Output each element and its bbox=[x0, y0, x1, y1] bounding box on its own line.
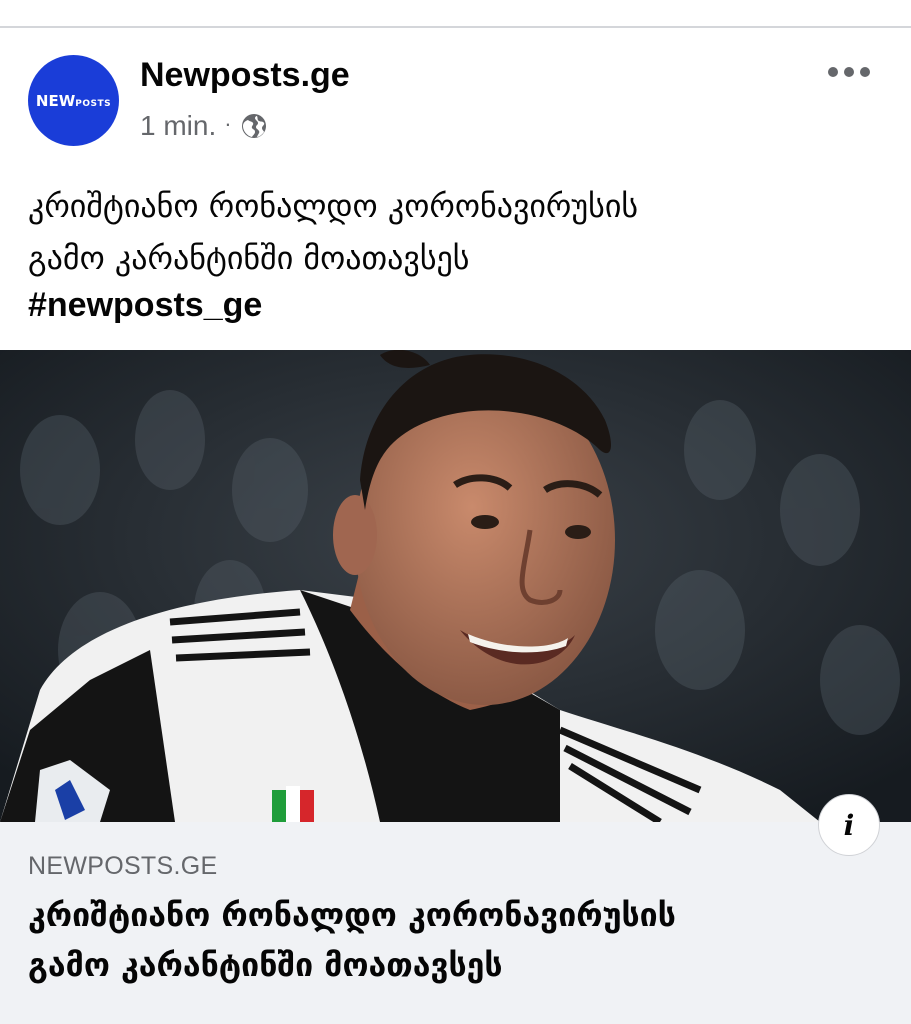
post-text-line: გამო კარანტინში მოათავსეს bbox=[28, 239, 470, 277]
post-image[interactable] bbox=[0, 350, 911, 822]
page-name-link[interactable]: Newposts.ge bbox=[140, 56, 350, 95]
newposts-logo: NEWPOSTS bbox=[35, 91, 112, 110]
globe-icon[interactable] bbox=[240, 112, 268, 140]
post-timestamp[interactable]: 1 min. bbox=[140, 110, 216, 142]
post-text-line: კრიშტიანო რონალდო კორონავირუსის bbox=[28, 187, 639, 225]
more-dot bbox=[860, 67, 870, 77]
more-options-icon[interactable] bbox=[828, 62, 870, 82]
meta-separator: · bbox=[224, 111, 232, 136]
hashtag-link[interactable]: #newposts_ge bbox=[28, 286, 262, 325]
link-preview-card[interactable]: NEWPOSTS.GE კრიშტიანო რონალდო კორონავირუ… bbox=[0, 822, 911, 1024]
post-text: კრიშტიანო რონალდო კორონავირუსის გამო კარ… bbox=[28, 180, 888, 284]
more-dot bbox=[844, 67, 854, 77]
link-title-line: კრიშტიანო რონალდო კორონავირუსის bbox=[28, 896, 676, 934]
link-domain: NEWPOSTS.GE bbox=[28, 852, 218, 880]
page-avatar[interactable]: NEWPOSTS bbox=[28, 55, 119, 146]
link-title-line: გამო კარანტინში მოათავსეს bbox=[28, 946, 503, 984]
info-icon[interactable]: i bbox=[818, 794, 880, 856]
previous-post-edge bbox=[0, 0, 911, 28]
more-dot bbox=[828, 67, 838, 77]
link-title: კრიშტიანო რონალდო კორონავირუსის გამო კარ… bbox=[28, 890, 888, 990]
footballer-photo bbox=[0, 350, 911, 822]
post-meta: 1 min. · bbox=[140, 108, 268, 144]
